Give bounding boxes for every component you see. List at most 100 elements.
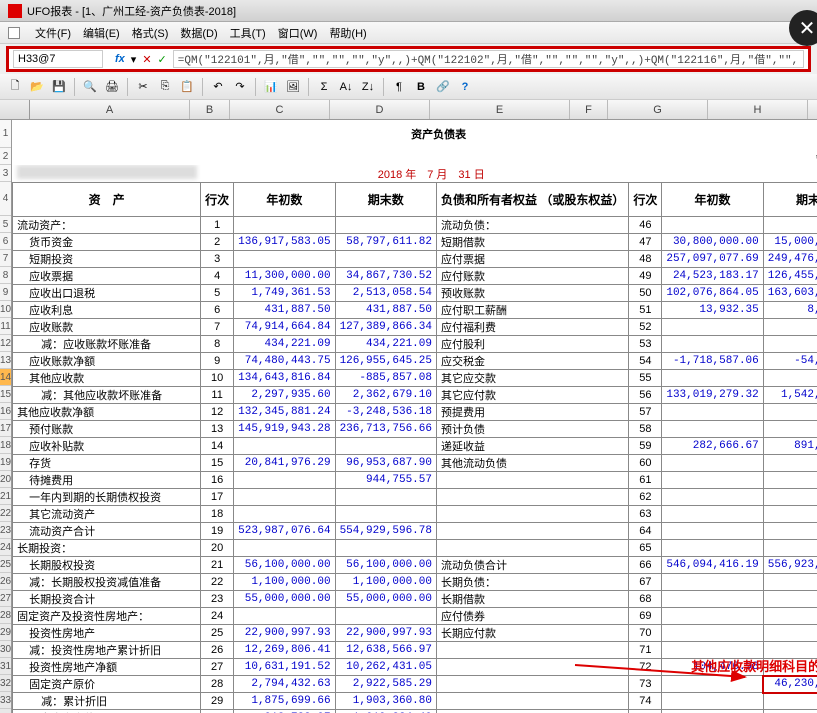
data-row[interactable]: 存货 15 20,841,976.29 96,953,687.90 其他流动负债… xyxy=(13,455,817,472)
cell[interactable]: 16 xyxy=(201,472,234,489)
cell[interactable] xyxy=(436,540,628,557)
close-overlay-button[interactable]: ✕ xyxy=(789,10,817,46)
cell[interactable]: 预计负债 xyxy=(436,421,628,438)
cell[interactable]: 68 xyxy=(629,591,662,608)
cell[interactable] xyxy=(436,523,628,540)
cell[interactable]: 51 xyxy=(629,302,662,319)
cell[interactable]: 12 xyxy=(201,404,234,421)
cell[interactable] xyxy=(662,336,763,353)
cell[interactable]: 应付职工薪酬 xyxy=(436,302,628,319)
formula-input[interactable] xyxy=(173,50,804,68)
cell[interactable]: 102,076,864.05 xyxy=(662,285,763,302)
cell[interactable]: 12,269,806.41 xyxy=(234,642,335,659)
cell[interactable]: 其它应付款 xyxy=(436,387,628,404)
cell[interactable]: 136,917,583.05 xyxy=(234,234,335,251)
cell[interactable]: 长期投资合计 xyxy=(13,591,201,608)
cell[interactable]: 26 xyxy=(201,642,234,659)
cell[interactable]: 30,800,000.00 xyxy=(662,234,763,251)
cell[interactable]: 2,794,432.63 xyxy=(234,676,335,693)
cell[interactable]: 126,455,066.27 xyxy=(763,268,817,285)
cell[interactable] xyxy=(763,217,817,234)
col-header-G[interactable]: G xyxy=(608,100,708,119)
cell[interactable]: 55,000,000.00 xyxy=(234,591,335,608)
cell[interactable]: 流动资产合计 xyxy=(13,523,201,540)
cell[interactable]: 71 xyxy=(629,642,662,659)
row-header[interactable]: 6 xyxy=(0,233,11,250)
cell[interactable]: 4 xyxy=(201,268,234,285)
cell[interactable] xyxy=(662,370,763,387)
data-row[interactable]: 长期投资： 20 65 xyxy=(13,540,817,557)
cell[interactable] xyxy=(335,506,436,523)
cell[interactable]: 20,841,976.29 xyxy=(234,455,335,472)
cell[interactable]: 257,097,077.69 xyxy=(662,251,763,268)
cell[interactable]: 11,300,000.00 xyxy=(234,268,335,285)
cell[interactable]: 一年内到期的长期债权投资 xyxy=(13,489,201,506)
cell[interactable]: 应收利息 xyxy=(13,302,201,319)
cell[interactable]: 1,100,000.00 xyxy=(234,574,335,591)
save-icon[interactable]: 💾 xyxy=(50,78,68,96)
cell[interactable] xyxy=(763,540,817,557)
cell[interactable]: 13 xyxy=(201,421,234,438)
col-header-A[interactable]: A xyxy=(30,100,190,119)
cell[interactable] xyxy=(662,540,763,557)
cell[interactable] xyxy=(234,506,335,523)
cell[interactable]: 长期负债： xyxy=(436,574,628,591)
data-row[interactable]: 短期投资 3 应付票据 48 257,097,077.69 249,476,87… xyxy=(13,251,817,268)
cell[interactable] xyxy=(436,676,628,693)
cell[interactable]: 17 xyxy=(201,489,234,506)
data-row[interactable]: 其他应收款 10 134,643,816.84 -885,857.08 其它应交… xyxy=(13,370,817,387)
cell[interactable] xyxy=(763,370,817,387)
data-row[interactable]: 减：投资性房地产累计折旧 26 12,269,806.41 12,638,566… xyxy=(13,642,817,659)
cell[interactable]: 25 xyxy=(201,625,234,642)
chart-icon[interactable]: 📊 xyxy=(262,78,280,96)
cell[interactable]: 46,230,393.43 xyxy=(763,676,817,693)
para-icon[interactable]: ¶ xyxy=(390,78,408,96)
cell[interactable]: 55,000,000.00 xyxy=(335,591,436,608)
cell[interactable]: 应付票据 xyxy=(436,251,628,268)
menu-edit[interactable]: 编辑(E) xyxy=(83,25,120,41)
cell[interactable]: 29 xyxy=(201,693,234,710)
cell[interactable]: 其它应交款 xyxy=(436,370,628,387)
col-header-E[interactable]: E xyxy=(430,100,570,119)
cell[interactable] xyxy=(436,472,628,489)
menu-file[interactable]: 文件(F) xyxy=(35,25,71,41)
cell[interactable]: 减：累计折旧 xyxy=(13,693,201,710)
corner-cell[interactable] xyxy=(0,100,30,119)
data-row[interactable]: 货币资金 2 136,917,583.05 58,797,611.82 短期借款… xyxy=(13,234,817,251)
cell[interactable]: 24,523,183.17 xyxy=(662,268,763,285)
data-row[interactable]: 应收票据 4 11,300,000.00 34,867,730.52 应付账款 … xyxy=(13,268,817,285)
cell[interactable] xyxy=(436,489,628,506)
cell[interactable]: 流动负债： xyxy=(436,217,628,234)
confirm-icon[interactable]: ✓ xyxy=(158,53,167,66)
data-row[interactable]: 固定资产净值 30 918,732.97 1,019,224.49 75 xyxy=(13,710,817,713)
cell[interactable]: 流动资产： xyxy=(13,217,201,234)
bold-icon[interactable]: B xyxy=(412,78,430,96)
cell[interactable]: 48 xyxy=(629,251,662,268)
cell[interactable] xyxy=(335,540,436,557)
cell[interactable]: 22,900,997.93 xyxy=(234,625,335,642)
cell[interactable]: 133,019,279.32 xyxy=(662,387,763,404)
row-header[interactable]: 28 xyxy=(0,607,11,624)
cell[interactable]: 60 xyxy=(629,455,662,472)
cell[interactable]: 2,297,935.60 xyxy=(234,387,335,404)
sort-desc-icon[interactable]: Z↓ xyxy=(359,78,377,96)
cell[interactable]: 其他流动负债 xyxy=(436,455,628,472)
row-header[interactable]: 24 xyxy=(0,539,11,556)
sort-asc-icon[interactable]: A↓ xyxy=(337,78,355,96)
cell[interactable] xyxy=(234,489,335,506)
row-header[interactable]: 13 xyxy=(0,352,11,369)
cell[interactable]: 431,887.50 xyxy=(335,302,436,319)
cell[interactable]: 523,987,076.64 xyxy=(234,523,335,540)
cell[interactable] xyxy=(662,404,763,421)
cancel-icon[interactable]: ✕ xyxy=(142,53,151,66)
row-header[interactable]: 9 xyxy=(0,284,11,301)
row-header[interactable]: 8 xyxy=(0,267,11,284)
cell[interactable]: 74 xyxy=(629,693,662,710)
paste-icon[interactable]: 📋 xyxy=(178,78,196,96)
cell[interactable] xyxy=(436,506,628,523)
cell[interactable]: 1,749,361.53 xyxy=(234,285,335,302)
cell[interactable]: 74,914,664.84 xyxy=(234,319,335,336)
row-header[interactable]: 21 xyxy=(0,488,11,505)
data-row[interactable]: 减：长期股权投资减值准备 22 1,100,000.00 1,100,000.0… xyxy=(13,574,817,591)
cell[interactable] xyxy=(335,217,436,234)
